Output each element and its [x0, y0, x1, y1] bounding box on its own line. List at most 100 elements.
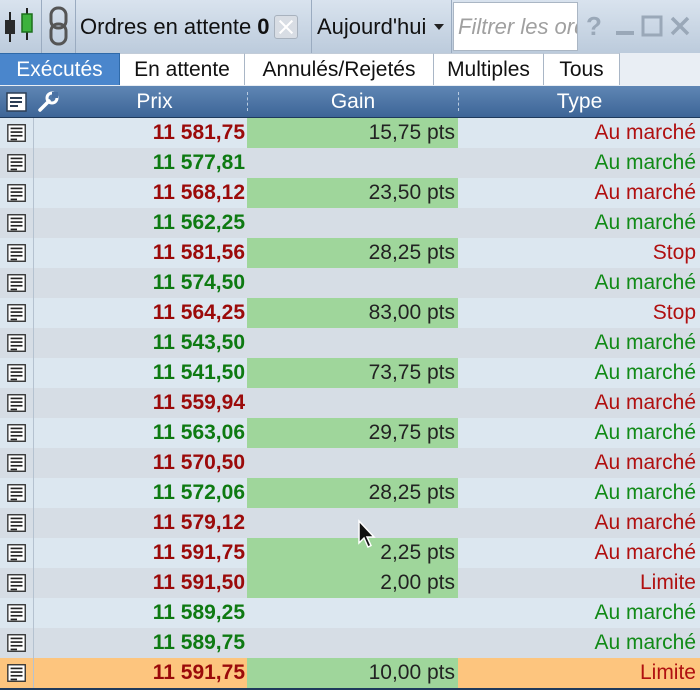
order-type: Au marché	[594, 601, 696, 624]
tab-4[interactable]: Multiples	[434, 53, 544, 85]
tab-3[interactable]: Annulés/Rejetés	[245, 53, 434, 85]
close-icon[interactable]	[666, 10, 694, 42]
minimize-icon[interactable]	[611, 10, 639, 42]
column-header: Prix Gain Type	[0, 86, 700, 117]
order-price: 11 564,25	[152, 301, 245, 324]
document-icon[interactable]	[0, 478, 34, 508]
order-row[interactable]: 11 591,75 2,25 pts Au marché	[0, 538, 700, 568]
order-gain: 2,25 pts	[247, 538, 458, 568]
order-row[interactable]: 11 589,25 Au marché	[0, 598, 700, 628]
document-icon[interactable]	[0, 178, 34, 208]
order-row[interactable]: 11 577,81 Au marché	[0, 148, 700, 178]
document-icon[interactable]	[0, 568, 34, 598]
tab-2[interactable]: En attente	[120, 53, 245, 85]
order-gain	[247, 628, 458, 658]
help-icon[interactable]: ?	[580, 10, 608, 42]
document-icon[interactable]	[0, 238, 34, 268]
order-type: Au marché	[594, 541, 696, 564]
order-gain: 28,25 pts	[247, 478, 458, 508]
order-gain: 23,50 pts	[247, 178, 458, 208]
document-icon[interactable]	[0, 86, 34, 117]
pending-count: 0	[257, 13, 270, 39]
order-row[interactable]: 11 591,75 10,00 pts Limite	[0, 658, 700, 688]
order-price: 11 559,94	[152, 391, 245, 414]
order-price: 11 591,50	[152, 571, 245, 594]
document-icon[interactable]	[0, 118, 34, 148]
order-type: Au marché	[594, 631, 696, 654]
document-icon[interactable]	[0, 358, 34, 388]
order-type: Au marché	[594, 391, 696, 414]
order-type: Au marché	[594, 451, 696, 474]
column-gain[interactable]: Gain	[248, 86, 458, 117]
order-row[interactable]: 11 568,12 23,50 pts Au marché	[0, 178, 700, 208]
order-tabs: Exécutés En attente Annulés/Rejetés Multipl…	[0, 53, 700, 88]
order-gain	[247, 598, 458, 628]
clear-icon[interactable]	[274, 14, 299, 39]
order-row[interactable]: 11 591,50 2,00 pts Limite	[0, 568, 700, 598]
document-icon[interactable]	[0, 148, 34, 178]
order-gain: 15,75 pts	[247, 118, 458, 148]
period-dropdown[interactable]: Aujourd'hui	[312, 0, 452, 53]
maximize-icon[interactable]	[638, 10, 666, 42]
filter-input[interactable]	[453, 2, 578, 51]
order-row[interactable]: 11 581,56 28,25 pts Stop	[0, 238, 700, 268]
order-price: 11 581,75	[152, 121, 245, 144]
tab-5[interactable]: Tous	[544, 53, 620, 85]
document-icon[interactable]	[0, 298, 34, 328]
column-price[interactable]: Prix	[62, 86, 247, 117]
panel-title-text: Ordres en attente	[80, 13, 252, 39]
order-price: 11 541,50	[152, 361, 245, 384]
document-icon[interactable]	[0, 418, 34, 448]
order-type: Au marché	[594, 481, 696, 504]
order-row[interactable]: 11 570,50 Au marché	[0, 448, 700, 478]
order-row[interactable]: 11 559,94 Au marché	[0, 388, 700, 418]
order-row[interactable]: 11 574,50 Au marché	[0, 268, 700, 298]
order-price: 11 591,75	[152, 661, 245, 684]
order-type: Au marché	[594, 151, 696, 174]
order-row[interactable]: 11 541,50 73,75 pts Au marché	[0, 358, 700, 388]
order-gain: 28,25 pts	[247, 238, 458, 268]
document-icon[interactable]	[0, 328, 34, 358]
order-price: 11 563,06	[152, 421, 245, 444]
column-type[interactable]: Type	[459, 86, 700, 117]
orders-list: 11 581,75 15,75 pts Au marché 11 577,81 Au m…	[0, 118, 700, 688]
document-icon[interactable]	[0, 538, 34, 568]
document-icon[interactable]	[0, 448, 34, 478]
order-price: 11 591,75	[152, 541, 245, 564]
order-type: Limite	[639, 661, 696, 684]
order-row[interactable]: 11 562,25 Au marché	[0, 208, 700, 238]
order-type: Au marché	[594, 511, 696, 534]
order-gain	[247, 208, 458, 238]
document-icon[interactable]	[0, 598, 34, 628]
order-gain	[247, 388, 458, 418]
document-icon[interactable]	[0, 658, 34, 688]
wrench-icon[interactable]	[34, 86, 62, 117]
chain-link-icon[interactable]	[42, 0, 76, 53]
document-icon[interactable]	[0, 388, 34, 418]
order-price: 11 562,25	[152, 211, 245, 234]
order-price: 11 572,06	[152, 481, 245, 504]
candlestick-chart-icon[interactable]	[0, 0, 42, 53]
order-gain	[247, 448, 458, 478]
order-row[interactable]: 11 581,75 15,75 pts Au marché	[0, 118, 700, 148]
document-icon[interactable]	[0, 508, 34, 538]
order-price: 11 570,50	[152, 451, 245, 474]
order-type: Au marché	[594, 361, 696, 384]
order-row[interactable]: 11 589,75 Au marché	[0, 628, 700, 658]
order-price: 11 577,81	[152, 151, 245, 174]
tab-1[interactable]: Exécutés	[0, 53, 120, 85]
order-price: 11 589,25	[152, 601, 245, 624]
order-row[interactable]: 11 543,50 Au marché	[0, 328, 700, 358]
mouse-cursor-icon	[358, 519, 376, 549]
order-gain: 73,75 pts	[247, 358, 458, 388]
orders-window: Ordres en attente 0 Aujourd'hui ? Exécut…	[0, 0, 700, 690]
order-row[interactable]: 11 579,12 Au marché	[0, 508, 700, 538]
order-row[interactable]: 11 564,25 83,00 pts Stop	[0, 298, 700, 328]
order-row[interactable]: 11 563,06 29,75 pts Au marché	[0, 418, 700, 448]
document-icon[interactable]	[0, 268, 34, 298]
document-icon[interactable]	[0, 628, 34, 658]
document-icon[interactable]	[0, 208, 34, 238]
order-row[interactable]: 11 572,06 28,25 pts Au marché	[0, 478, 700, 508]
panel-title: Ordres en attente 0	[76, 0, 312, 53]
order-type: Au marché	[594, 421, 696, 444]
